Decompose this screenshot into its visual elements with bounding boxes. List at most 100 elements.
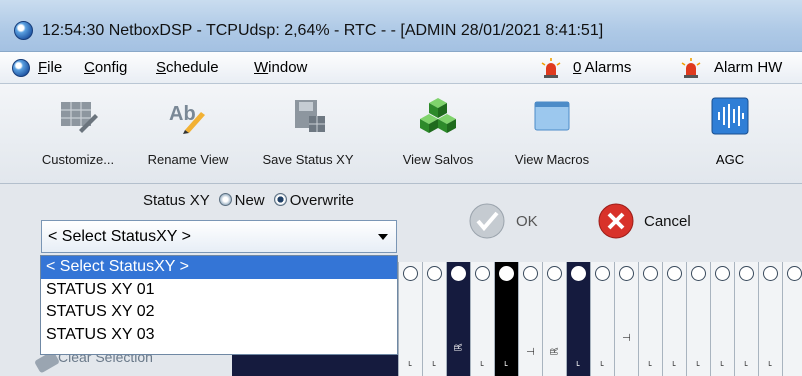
channel-strip[interactable]: ⌐ <box>470 262 494 376</box>
channel-strip[interactable]: ⌐ <box>734 262 758 376</box>
select-value: < Select StatusXY > <box>48 228 191 245</box>
radio-overwrite[interactable] <box>273 193 287 206</box>
cancel-label: Cancel <box>644 213 691 230</box>
strip-mark: ⌐ <box>404 360 416 367</box>
agc-waveform-icon <box>711 97 749 135</box>
channel-strip[interactable]: ⌐ <box>758 262 782 376</box>
ok-button[interactable]: OK <box>468 199 558 245</box>
toolbar: Customize... Ab Rename View Save Status … <box>0 84 802 184</box>
title-bar: 12:54:30 NetboxDSP - TCPUdsp: 2,64% - RT… <box>0 0 802 52</box>
channel-strip[interactable]: ℝ <box>446 262 470 376</box>
strip-mark: ⌐ <box>692 360 704 367</box>
knob-icon[interactable] <box>499 266 514 281</box>
alarms-counter[interactable]: 0 Alarms <box>573 59 631 76</box>
rename-view-button[interactable]: Ab Rename View <box>140 84 236 184</box>
knob-icon[interactable] <box>619 266 634 281</box>
menu-schedule-mnemonic: S <box>156 59 167 76</box>
menu-window-label: indow <box>268 59 308 76</box>
ok-check-icon <box>469 203 505 239</box>
svg-text:Ab: Ab <box>169 103 196 125</box>
strip-mark: ⌐ <box>716 360 728 367</box>
menu-schedule-label: chedule <box>166 59 219 76</box>
knob-icon[interactable] <box>475 266 490 281</box>
chevron-down-icon[interactable] <box>378 234 388 240</box>
knob-icon[interactable] <box>667 266 682 281</box>
knob-icon[interactable] <box>739 266 754 281</box>
channel-strip[interactable]: ⌐ <box>566 262 590 376</box>
strip-mark: ⌐ <box>572 360 584 367</box>
channel-strip[interactable]: ⌐ <box>494 262 518 376</box>
view-salvos-label: View Salvos <box>402 152 474 167</box>
view-macros-label: View Macros <box>514 152 590 167</box>
salvos-cubes-icon <box>420 98 456 133</box>
channel-strip[interactable]: ⌐ <box>638 262 662 376</box>
strip-mark: ⌐ <box>644 360 656 367</box>
menu-window[interactable]: Window <box>254 59 307 76</box>
knob-icon[interactable] <box>427 266 442 281</box>
customize-button[interactable]: Customize... <box>30 84 126 184</box>
save-status-xy-label: Save Status XY <box>262 152 354 167</box>
agc-label: AGC <box>715 152 745 167</box>
knob-icon[interactable] <box>595 266 610 281</box>
knob-icon[interactable] <box>643 266 658 281</box>
alarm-siren-icon <box>541 58 561 78</box>
view-salvos-button[interactable]: View Salvos <box>388 84 488 184</box>
window-title: 12:54:30 NetboxDSP - TCPUdsp: 2,64% - RT… <box>42 22 604 39</box>
channel-strip[interactable]: ⌐ <box>590 262 614 376</box>
channel-strips-left <box>232 355 398 376</box>
menu-globe-icon[interactable] <box>12 59 30 77</box>
alarms-label: Alarms <box>581 59 632 76</box>
dropdown-option[interactable]: STATUS XY 03 <box>41 324 397 347</box>
dropdown-option[interactable]: < Select StatusXY > <box>41 256 397 279</box>
channel-strip[interactable] <box>782 262 802 376</box>
channel-strip[interactable]: ⊥ <box>614 262 638 376</box>
macros-window-icon <box>534 101 570 131</box>
menu-bar: File Config Schedule Window 0 Alarms Ala… <box>0 52 802 84</box>
save-status-xy-button[interactable]: Save Status XY <box>258 84 358 184</box>
menu-window-mnemonic: W <box>254 59 269 76</box>
rename-view-label: Rename View <box>147 152 229 167</box>
knob-icon[interactable] <box>763 266 778 281</box>
dropdown-option[interactable]: STATUS XY 02 <box>41 301 397 324</box>
menu-file-label: ile <box>47 59 63 76</box>
status-xy-select[interactable]: < Select StatusXY > <box>41 220 397 253</box>
channel-strips: ⌐ ⌐ ℝ ⌐ ⌐ ⊥ ℝ ⌐ ⌐ ⊥ ⌐ ⌐ ⌐ ⌐ ⌐ ⌐ <box>398 262 802 376</box>
radio-overwrite-label[interactable]: Overwrite <box>290 192 354 209</box>
strip-mark: ⌐ <box>500 360 512 367</box>
menu-config[interactable]: Config <box>84 59 127 76</box>
dropdown-option[interactable]: STATUS XY 01 <box>41 279 397 302</box>
radio-new-label[interactable]: New <box>235 192 265 209</box>
strip-mark: ⌐ <box>476 360 488 367</box>
menu-schedule[interactable]: Schedule <box>156 59 219 76</box>
knob-icon[interactable] <box>403 266 418 281</box>
channel-strip[interactable]: ⌐ <box>710 262 734 376</box>
menu-file[interactable]: File <box>38 59 62 76</box>
status-xy-dropdown-list[interactable]: < Select StatusXY > STATUS XY 01 STATUS … <box>40 255 398 355</box>
knob-icon[interactable] <box>451 266 466 281</box>
channel-strip[interactable]: ⌐ <box>422 262 446 376</box>
knob-icon[interactable] <box>715 266 730 281</box>
cancel-button[interactable]: Cancel <box>597 199 707 245</box>
channel-strip[interactable]: ⌐ <box>662 262 686 376</box>
radio-new[interactable] <box>218 193 232 206</box>
alarm-hw-menu[interactable]: Alarm HW <box>714 59 782 76</box>
channel-strip[interactable]: ⊥ <box>518 262 542 376</box>
status-xy-label: Status XY <box>143 192 210 209</box>
knob-icon[interactable] <box>571 266 586 281</box>
channel-strip[interactable]: ⌐ <box>686 262 710 376</box>
strip-mark: ⌐ <box>596 360 608 367</box>
alarm-hw-siren-icon <box>681 58 701 78</box>
strip-mark: ℝ <box>453 343 465 352</box>
channel-strip[interactable]: ℝ <box>542 262 566 376</box>
strip-mark: ⌐ <box>740 360 752 367</box>
knob-icon[interactable] <box>547 266 562 281</box>
strip-mark: ⊥ <box>621 333 633 342</box>
app-globe-icon[interactable] <box>14 21 33 40</box>
agc-button[interactable]: AGC <box>700 84 760 184</box>
knob-icon[interactable] <box>787 266 802 281</box>
knob-icon[interactable] <box>523 266 538 281</box>
knob-icon[interactable] <box>691 266 706 281</box>
status-xy-row: Status XY New Overwrite <box>143 192 354 209</box>
channel-strip[interactable]: ⌐ <box>398 262 422 376</box>
view-macros-button[interactable]: View Macros <box>502 84 602 184</box>
